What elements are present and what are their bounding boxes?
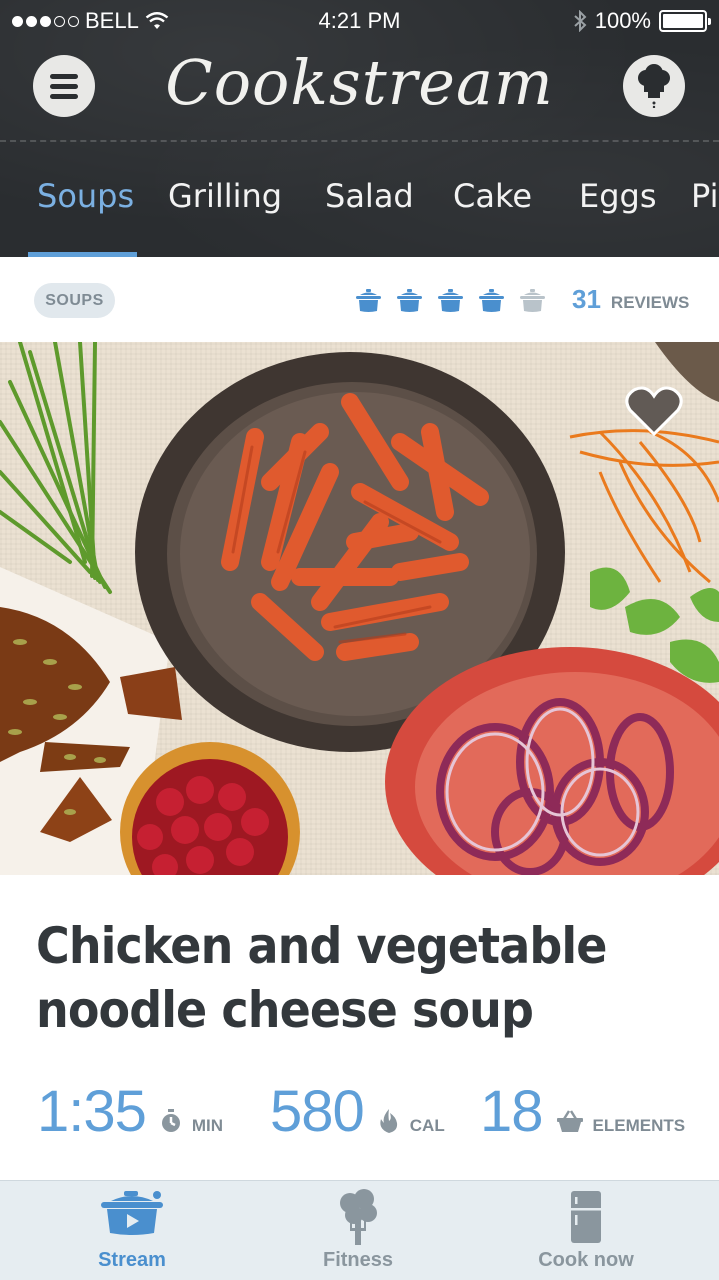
app-title: Cookstream bbox=[165, 46, 554, 119]
ingredients-stat: 18 ELEMENTS bbox=[480, 1078, 685, 1145]
rating-pot-icon bbox=[438, 289, 463, 312]
ingredients-value: 18 bbox=[480, 1079, 544, 1144]
recipe-title-line1: Chicken and vegetable bbox=[36, 917, 607, 975]
app-header: BELL 4:21 PM 100% Cookstream Soups Grill… bbox=[0, 0, 719, 257]
rating-pot-icon bbox=[479, 289, 504, 312]
tab-salad[interactable]: Salad bbox=[325, 177, 414, 215]
pot-play-icon bbox=[101, 1191, 163, 1235]
calories-stat: 580 CAL bbox=[270, 1078, 445, 1145]
battery-percent: 100% bbox=[594, 8, 651, 33]
nav-fitness[interactable]: Fitness bbox=[258, 1181, 458, 1280]
battery-fill bbox=[663, 14, 703, 28]
reviews-link[interactable]: 31 REVIEWS bbox=[572, 284, 689, 315]
bluetooth-icon bbox=[574, 10, 587, 32]
category-badge[interactable]: SOUPS bbox=[34, 283, 115, 318]
basket-icon bbox=[556, 1109, 583, 1132]
rating-pot-icon bbox=[356, 289, 381, 312]
rating-pot-empty-icon bbox=[520, 289, 545, 312]
status-right: 100% bbox=[573, 8, 711, 34]
tab-cake[interactable]: Cake bbox=[453, 177, 532, 215]
broccoli-fork-icon bbox=[340, 1189, 377, 1245]
stopwatch-icon bbox=[161, 1108, 180, 1132]
calories-label: CAL bbox=[409, 1116, 445, 1135]
recipe-title: Chicken and vegetable noodle cheese soup bbox=[36, 914, 625, 1042]
chef-hat-icon bbox=[638, 64, 670, 108]
tab-eggs[interactable]: Eggs bbox=[579, 177, 657, 215]
flame-icon bbox=[380, 1108, 397, 1133]
cook-time-label: MIN bbox=[191, 1116, 224, 1135]
nav-stream[interactable]: Stream bbox=[32, 1181, 232, 1280]
rating-pot-icon bbox=[397, 289, 422, 312]
food-illustration bbox=[0, 342, 719, 875]
status-bar: BELL 4:21 PM 100% bbox=[0, 0, 719, 40]
nav-cook-now[interactable]: Cook now bbox=[486, 1181, 686, 1280]
nav-cook-now-label: Cook now bbox=[538, 1249, 634, 1271]
favorite-heart-icon[interactable] bbox=[624, 384, 684, 438]
tab-grilling[interactable]: Grilling bbox=[168, 177, 282, 215]
recipe-photo[interactable] bbox=[0, 342, 719, 875]
category-tabs: Soups Grilling Salad Cake Eggs Pi bbox=[0, 141, 719, 257]
cook-time-value: 1:35 bbox=[37, 1079, 147, 1144]
reviews-count: 31 bbox=[572, 284, 601, 314]
ingredients-label: ELEMENTS bbox=[592, 1116, 686, 1135]
reviews-label: REVIEWS bbox=[610, 293, 690, 312]
nav-fitness-label: Fitness bbox=[322, 1249, 394, 1271]
bottom-navigation: Stream Fitness Cook now bbox=[0, 1180, 719, 1280]
calories-value: 580 bbox=[270, 1079, 365, 1144]
fridge-icon bbox=[571, 1191, 601, 1243]
nav-stream-label: Stream bbox=[98, 1249, 166, 1271]
recipe-title-line2: noodle cheese soup bbox=[36, 981, 534, 1039]
active-tab-indicator bbox=[28, 252, 137, 257]
battery-icon bbox=[659, 10, 711, 32]
difficulty-rating bbox=[356, 287, 545, 313]
tab-pizza[interactable]: Pi bbox=[691, 177, 718, 215]
cook-time-stat: 1:35 MIN bbox=[37, 1078, 223, 1145]
profile-button[interactable] bbox=[623, 55, 685, 117]
tab-soups[interactable]: Soups bbox=[37, 177, 134, 215]
